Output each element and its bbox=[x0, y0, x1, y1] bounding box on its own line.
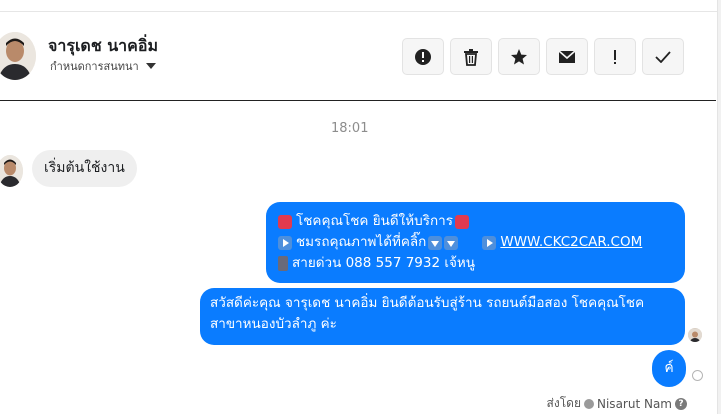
delete-button[interactable] bbox=[450, 38, 492, 75]
sent-by-info: ส่งโดย Nisarut Nam ? bbox=[547, 394, 687, 413]
follow-up-button[interactable] bbox=[594, 38, 636, 75]
incoming-message[interactable]: เริ่มต้นใช้งาน bbox=[32, 150, 137, 187]
contact-name: จารุเดช นาคอิ่ม bbox=[48, 36, 159, 55]
seen-avatar bbox=[688, 328, 702, 342]
help-icon[interactable]: ? bbox=[675, 397, 687, 410]
conversation-header: จารุเดช นาคอิ่ม กำหนดการสนทนา bbox=[0, 12, 716, 101]
avatar[interactable] bbox=[0, 32, 36, 80]
red-square-emoji-icon bbox=[454, 214, 469, 229]
status-dot-icon bbox=[584, 398, 594, 409]
play-emoji-icon bbox=[278, 235, 292, 250]
alert-circle-icon bbox=[415, 48, 431, 65]
phone-emoji-icon bbox=[278, 256, 288, 271]
assign-conversation-dropdown[interactable]: กำหนดการสนทนา bbox=[50, 57, 156, 75]
avatar[interactable] bbox=[0, 155, 23, 187]
star-icon bbox=[511, 48, 527, 64]
message-line: ชมรถคุณภาพได้ที่คลิ๊ก WWW.CKC2CAR.COM bbox=[278, 232, 673, 253]
exclamation-icon bbox=[614, 49, 616, 64]
right-scroll-edge[interactable] bbox=[717, 0, 721, 414]
message-text: ชมรถคุณภาพได้ที่คลิ๊ก bbox=[296, 234, 427, 250]
down-arrow-emoji-icon bbox=[428, 235, 443, 250]
mark-unread-button[interactable] bbox=[546, 38, 588, 75]
outgoing-message[interactable]: ค์ bbox=[652, 350, 686, 387]
mark-done-button[interactable] bbox=[642, 38, 684, 75]
assign-label: กำหนดการสนทนา bbox=[50, 60, 139, 73]
message-line: สายด่วน 088 557 7932 เจ้หนู bbox=[278, 253, 673, 274]
sent-by-name[interactable]: Nisarut Nam bbox=[597, 397, 672, 411]
play-emoji-icon bbox=[482, 235, 497, 250]
red-square-emoji-icon bbox=[278, 214, 292, 229]
spam-button[interactable] bbox=[402, 38, 444, 75]
message-text: โชคคุณโชค ยินดีให้บริการ bbox=[296, 213, 453, 229]
message-text: สายด่วน 088 557 7932 เจ้หนู bbox=[292, 255, 476, 271]
top-divider bbox=[0, 0, 721, 12]
outgoing-message[interactable]: โชคคุณโชค ยินดีให้บริการ ชมรถคุณภาพได้ที… bbox=[266, 202, 685, 283]
down-arrow-emoji-icon bbox=[444, 235, 459, 250]
message-line: โชคคุณโชค ยินดีให้บริการ bbox=[278, 211, 673, 232]
star-button[interactable] bbox=[498, 38, 540, 75]
header-actions bbox=[402, 38, 684, 75]
message-timestamp: 18:01 bbox=[331, 121, 369, 136]
check-icon bbox=[655, 50, 671, 63]
sent-status-icon bbox=[692, 370, 703, 381]
trash-icon bbox=[464, 48, 478, 66]
website-link[interactable]: WWW.CKC2CAR.COM bbox=[500, 232, 642, 253]
sent-by-label: ส่งโดย bbox=[546, 396, 581, 410]
envelope-icon bbox=[558, 49, 576, 63]
outgoing-message[interactable]: สวัสดีค่ะคุณ จารุเดช นาคอิ่ม ยินดีต้อนรั… bbox=[200, 288, 685, 345]
caret-down-icon bbox=[145, 63, 156, 69]
